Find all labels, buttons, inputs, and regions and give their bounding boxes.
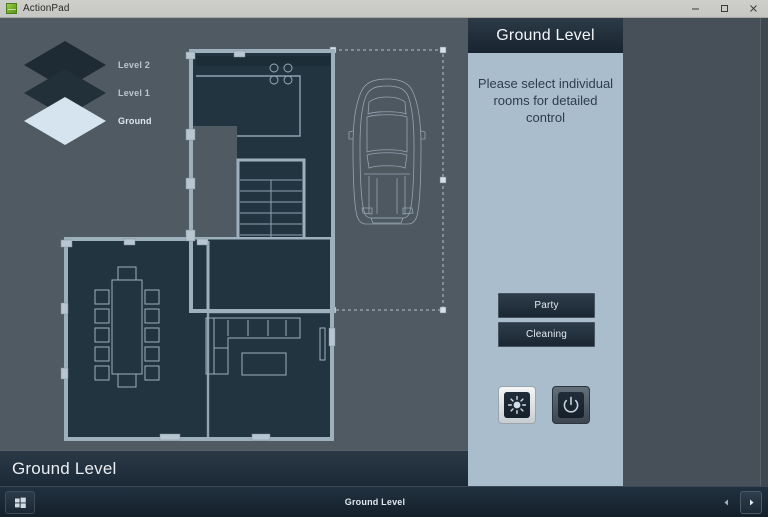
cleaning-button[interactable]: Cleaning xyxy=(498,322,595,347)
quick-action-buttons xyxy=(498,386,590,424)
brightness-button[interactable] xyxy=(498,386,536,424)
actionpad-green-icon xyxy=(6,3,17,14)
window-right-edge xyxy=(760,18,768,486)
control-panel-message: Please select individual rooms for detai… xyxy=(468,75,623,126)
floorplan-footer-title: Ground Level xyxy=(12,459,116,479)
nav-prev-button[interactable] xyxy=(715,491,737,514)
brightness-icon xyxy=(504,392,530,418)
window-title: ActionPad xyxy=(23,3,70,14)
party-button[interactable]: Party xyxy=(498,293,595,318)
power-button[interactable] xyxy=(552,386,590,424)
maximize-button[interactable] xyxy=(710,0,739,18)
garage-area xyxy=(330,47,446,313)
control-panel: Ground Level Please select individual ro… xyxy=(468,18,623,486)
level-item-ground[interactable]: Ground xyxy=(14,104,184,138)
scene-buttons: Party Cleaning xyxy=(498,293,595,351)
level-plate-ground xyxy=(22,95,108,147)
floorplan-canvas[interactable]: Level 2 Level 1 xyxy=(0,18,468,450)
power-icon xyxy=(558,392,584,418)
floorplan-pane[interactable]: Level 2 Level 1 xyxy=(0,18,468,486)
taskbar: Ground Level xyxy=(0,486,768,517)
level-label-ground: Ground xyxy=(118,116,152,126)
lower-rooms xyxy=(66,240,332,438)
floorplan-footer: Ground Level xyxy=(0,450,468,486)
nav-next-button[interactable] xyxy=(740,491,762,514)
window-controls xyxy=(681,0,768,18)
app-content: Level 2 Level 1 xyxy=(0,18,768,486)
level-selector[interactable]: Level 2 Level 1 xyxy=(14,48,184,160)
close-button[interactable] xyxy=(739,0,768,18)
taskbar-navigation xyxy=(715,491,762,514)
level-label-level1: Level 1 xyxy=(118,88,150,98)
minimize-button[interactable] xyxy=(681,0,710,18)
control-panel-title: Ground Level xyxy=(496,27,594,45)
window-titlebar: ActionPad xyxy=(0,0,768,18)
level-label-level2: Level 2 xyxy=(118,60,150,70)
taskbar-center: Ground Level xyxy=(35,497,715,507)
start-button[interactable] xyxy=(5,491,35,514)
taskbar-window-label[interactable]: Ground Level xyxy=(345,497,405,507)
desktop-background xyxy=(623,18,768,486)
app-window: ActionPad xyxy=(0,0,768,517)
control-panel-header: Ground Level xyxy=(468,18,623,53)
